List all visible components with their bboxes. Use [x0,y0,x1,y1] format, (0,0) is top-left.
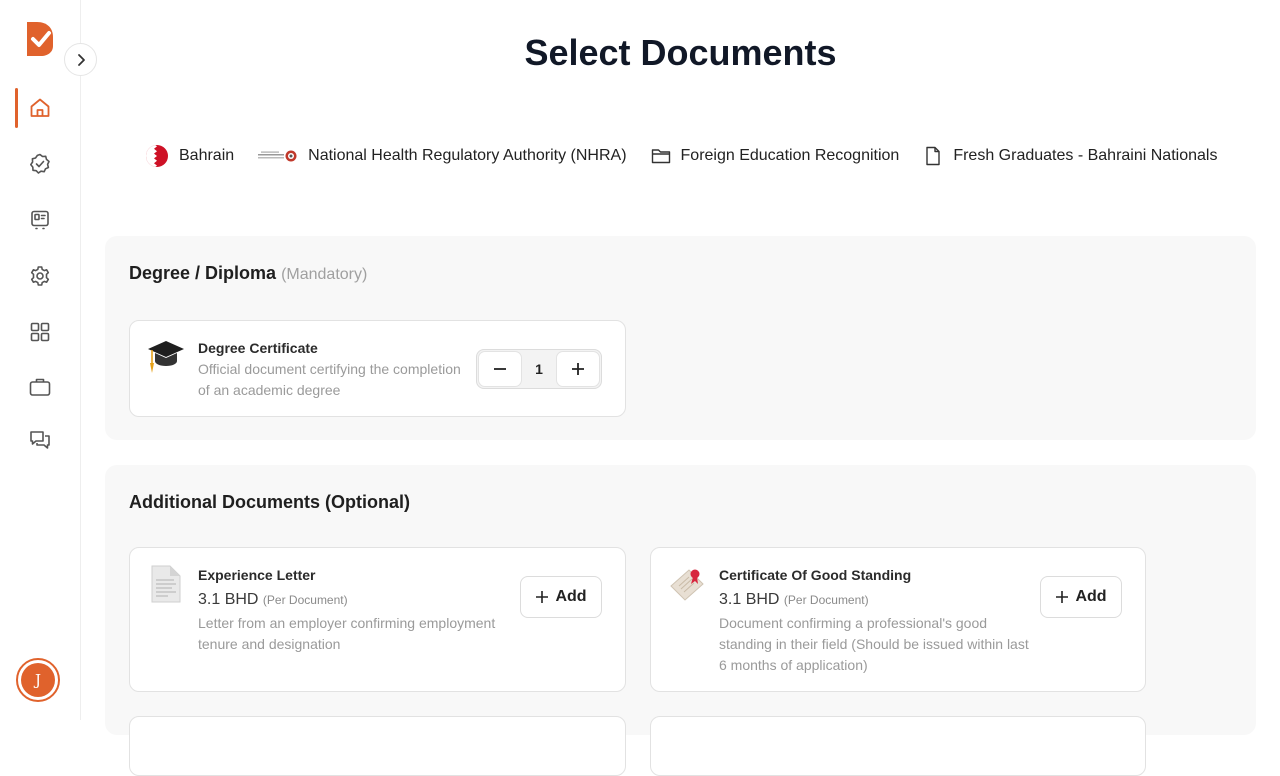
description-line: Official document certifying the complet… [198,361,461,377]
document-card-degree-certificate: Degree Certificate Official document cer… [129,320,626,417]
page-title: Select Documents [524,32,837,73]
breadcrumb-item-country[interactable]: Bahrain [145,144,234,168]
folder-icon [651,146,671,166]
add-good-standing-button[interactable]: Add [1040,576,1122,618]
document-name: Certificate Of Good Standing [719,567,912,583]
home-icon [30,98,50,117]
add-button-label: Add [1075,588,1107,605]
sidebar-item-verified[interactable] [0,144,80,184]
quantity-value: 1 [535,361,543,377]
plus-icon [1056,591,1069,603]
sidebar-item-messages[interactable] [0,420,80,460]
description-line: Letter from an employer confirming emplo… [198,615,496,631]
sidebar-item-apps[interactable] [0,312,80,352]
document-card-partial [129,716,626,776]
sidebar-item-settings[interactable] [0,256,80,296]
bahrain-flag-icon [145,144,169,168]
add-button-label: Add [555,588,587,605]
graduation-cap-icon [146,337,186,377]
breadcrumb-label: Foreign Education Recognition [680,147,900,164]
gear-icon [30,266,50,286]
description-line: standing in their field (Should be issue… [719,636,1029,652]
breadcrumb: Bahrain National Health Regulatory Autho… [145,145,1241,167]
document-description: Document confirming a professional's goo… [719,613,1029,676]
sidebar-item-id-card[interactable] [0,200,80,240]
additional-section: Additional Documents (Optional) Experien… [105,465,1256,776]
section-title-text: Degree / Diploma [129,263,277,283]
increment-button[interactable] [555,351,600,387]
document-price: 3.1 BHD (Per Document) [198,591,348,609]
id-card-icon [31,210,49,230]
file-icon [923,146,943,166]
breadcrumb-label: Bahrain [179,147,235,164]
quantity-stepper: 1 [476,349,602,389]
user-avatar[interactable]: J [16,658,60,702]
sidebar-item-home[interactable] [0,88,80,128]
document-description: Letter from an employer confirming emplo… [198,613,495,655]
document-name: Experience Letter [198,567,316,583]
price-value: 3.1 BHD [719,591,780,608]
sidebar-item-jobs[interactable] [0,367,80,407]
description-line: 6 months of application) [719,657,868,673]
plus-icon [536,591,549,603]
price-unit: (Per Document) [262,593,348,607]
description-line: of an academic degree [198,382,341,398]
breadcrumb-label: National Health Regulatory Authority (NH… [308,147,627,164]
price-value: 3.1 BHD [198,591,259,608]
breadcrumb-item-category[interactable]: Foreign Education Recognition [651,146,900,166]
breadcrumb-item-subcategory[interactable]: Fresh Graduates - Bahraini Nationals [923,146,1217,166]
chat-icon [30,431,50,449]
mandatory-tag: (Mandatory) [281,266,368,283]
breadcrumb-item-authority[interactable]: National Health Regulatory Authority (NH… [258,147,627,165]
document-card-experience-letter: Experience Letter 3.1 BHD (Per Document)… [129,547,626,692]
avatar-initial: J [21,663,55,697]
letter-document-icon [146,564,186,604]
decrement-button[interactable] [478,351,522,387]
app-logo-icon[interactable] [27,22,53,56]
plus-icon [571,363,584,375]
grid-icon [30,322,50,342]
section-title: Degree / Diploma (Mandatory) [129,263,367,284]
document-description: Official document certifying the complet… [198,359,461,401]
briefcase-icon [29,378,51,396]
breadcrumb-label: Fresh Graduates - Bahraini Nationals [953,147,1218,164]
section-title: Additional Documents (Optional) [129,492,410,512]
document-card-partial [650,716,1146,776]
add-experience-letter-button[interactable]: Add [520,576,602,618]
nhra-logo-icon [258,149,298,163]
description-line: tenure and designation [198,636,341,652]
minus-icon [494,368,506,370]
sidebar: J [0,0,81,720]
mandatory-section: Degree / Diploma (Mandatory) Degree Cert… [105,236,1256,440]
description-line: Document confirming a professional's goo… [719,615,988,631]
badge-check-icon [30,153,50,174]
price-unit: (Per Document) [783,593,869,607]
document-price: 3.1 BHD (Per Document) [719,591,869,609]
document-card-good-standing: Certificate Of Good Standing 3.1 BHD (Pe… [650,547,1146,692]
certificate-seal-icon [667,564,707,604]
document-name: Degree Certificate [198,340,318,356]
